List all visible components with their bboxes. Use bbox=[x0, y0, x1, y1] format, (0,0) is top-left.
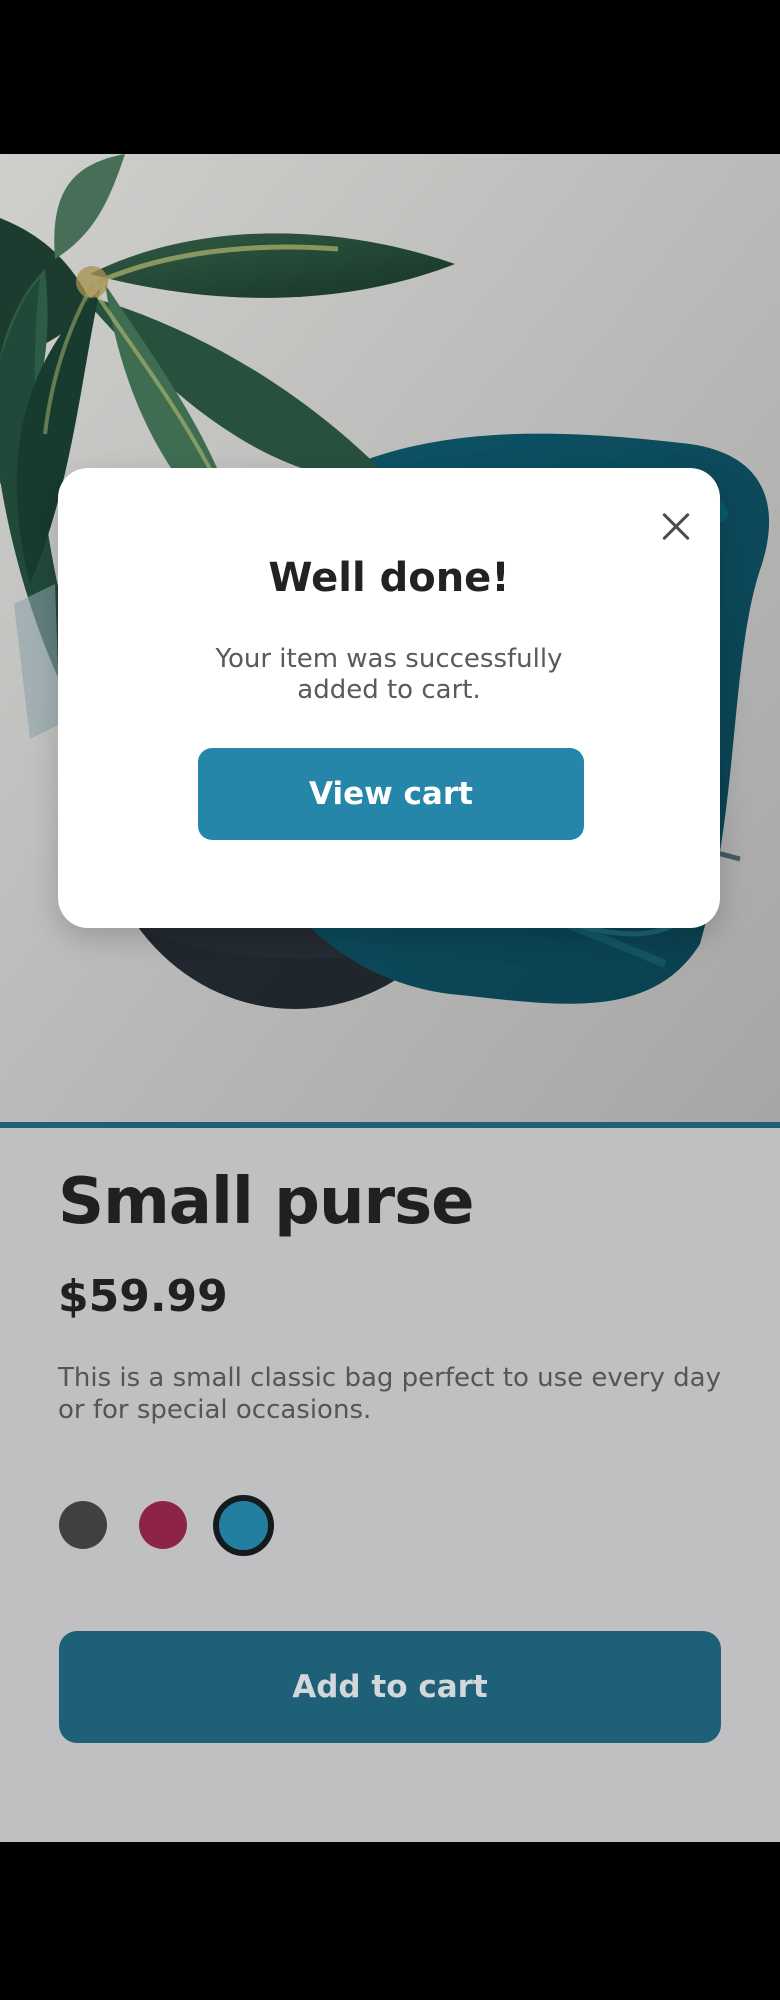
product-title: Small purse bbox=[58, 1165, 475, 1239]
status-bar bbox=[0, 0, 780, 154]
view-cart-button[interactable]: View cart bbox=[198, 748, 584, 840]
product-description: This is a small classic bag perfect to u… bbox=[58, 1363, 721, 1425]
add-to-cart-button[interactable]: Add to cart bbox=[59, 1631, 721, 1743]
color-swatch-burgundy[interactable] bbox=[139, 1501, 187, 1549]
success-modal: Well done! Your item was successfully ad… bbox=[58, 468, 720, 928]
product-screen: Small purse $59.99 This is a small class… bbox=[0, 0, 780, 2000]
bottom-black-bar bbox=[0, 1842, 780, 2000]
product-price: $59.99 bbox=[58, 1271, 228, 1322]
modal-message: Your item was successfully added to cart… bbox=[215, 644, 563, 705]
close-icon[interactable] bbox=[648, 498, 704, 554]
color-swatch-teal-selected[interactable] bbox=[213, 1495, 274, 1556]
modal-title: Well done! bbox=[268, 555, 510, 601]
color-swatch-charcoal[interactable] bbox=[59, 1501, 107, 1549]
